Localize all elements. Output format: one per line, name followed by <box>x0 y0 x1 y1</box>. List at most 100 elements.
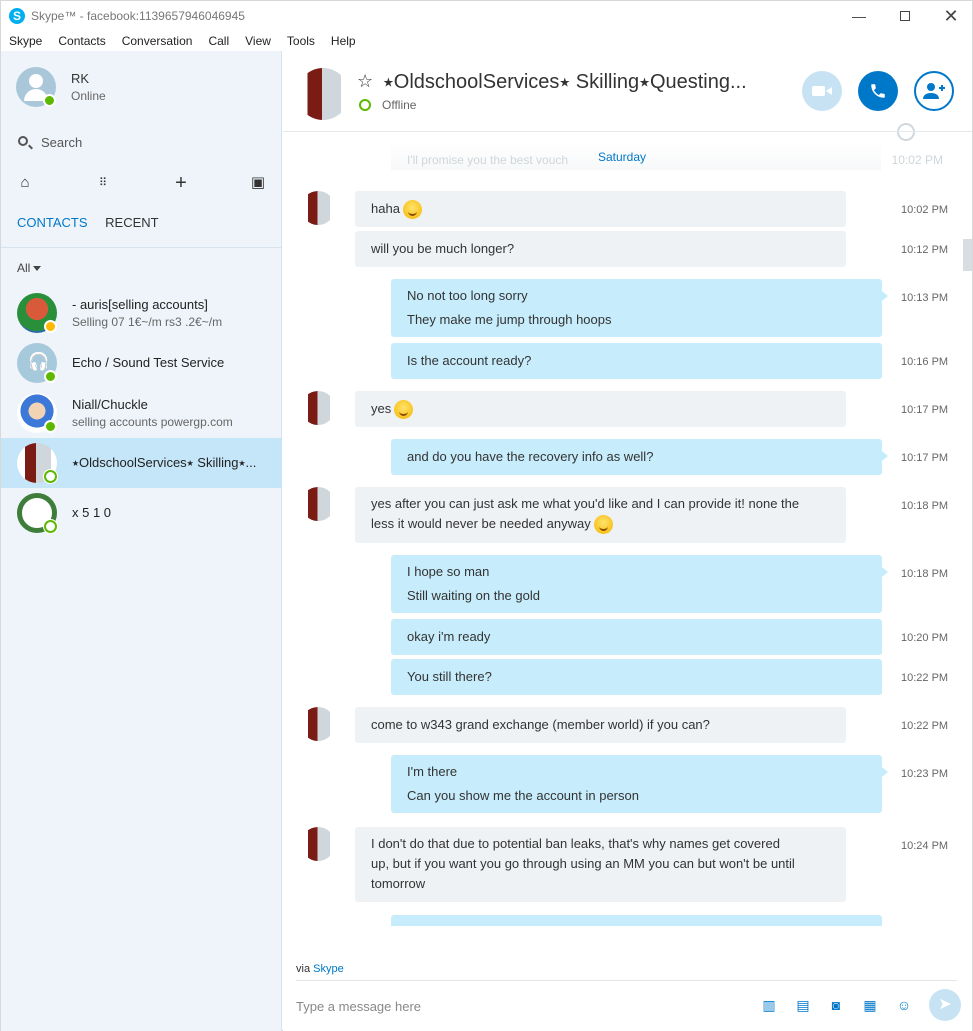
contact-item[interactable]: - auris[selling accounts] Selling 07 1€~… <box>1 288 282 338</box>
incoming-message[interactable]: I don't do that due to potential ban lea… <box>355 827 846 902</box>
menu-tools[interactable]: Tools <box>279 31 323 51</box>
message-text: yes after you can just ask me what you'd… <box>371 496 800 511</box>
menu-bar: Skype Contacts Conversation Call View To… <box>1 31 972 51</box>
message-text: come to w343 grand exchange (member worl… <box>371 717 710 732</box>
message-time: 10:22 PM <box>901 672 949 684</box>
video-icon <box>812 86 832 96</box>
outgoing-message[interactable]: I'm there Can you show me the account in… <box>391 755 888 813</box>
bot-icon[interactable]: ▣ <box>248 173 268 193</box>
favorite-star-icon[interactable]: ☆ <box>357 71 373 92</box>
incoming-message[interactable]: will you be much longer? <box>355 231 846 267</box>
media-icon[interactable]: ▥ <box>759 995 779 1015</box>
menu-skype[interactable]: Skype <box>1 31 50 51</box>
plus-icon[interactable]: + <box>171 173 191 193</box>
chat-avatar[interactable] <box>297 68 349 120</box>
sender-avatar[interactable] <box>301 391 335 425</box>
sender-avatar[interactable] <box>301 707 335 741</box>
contact-card-icon[interactable]: ▦ <box>860 995 880 1015</box>
away-status-icon <box>44 320 57 333</box>
message-text: tomorrow <box>371 876 426 891</box>
message-text: No not too long sorry <box>407 288 528 303</box>
minimize-button[interactable]: — <box>836 1 882 31</box>
video-call-button[interactable] <box>802 71 842 111</box>
emoji-icon[interactable]: ☺ <box>894 995 914 1015</box>
audio-call-button[interactable] <box>858 71 898 111</box>
maximize-icon <box>900 11 910 21</box>
menu-conversation[interactable]: Conversation <box>114 31 201 51</box>
outgoing-message[interactable]: and do you have the recovery info as wel… <box>391 439 888 475</box>
message-time: 10:23 PM <box>901 768 949 780</box>
my-status[interactable]: Online <box>71 89 106 103</box>
sender-avatar[interactable] <box>301 191 335 225</box>
chat-title[interactable]: ⭑OldschoolServices⭑ Skilling⭑Questing... <box>383 71 747 94</box>
sender-avatar[interactable] <box>301 827 335 861</box>
home-icon[interactable]: ⌂ <box>15 173 35 193</box>
online-status-icon <box>44 370 57 383</box>
message-text: Is the account ready? <box>407 353 532 368</box>
menu-contacts[interactable]: Contacts <box>50 31 113 51</box>
message-text: I'm there <box>407 764 458 779</box>
message-time: 10:18 PM <box>901 568 949 580</box>
message-list[interactable]: I'll promise you the best vouch 10:02 PM… <box>283 133 972 926</box>
message-text: I don't do that due to potential ban lea… <box>371 836 780 851</box>
menu-call[interactable]: Call <box>200 31 237 51</box>
menu-help[interactable]: Help <box>323 31 364 51</box>
online-status-icon <box>44 420 57 433</box>
outgoing-message[interactable]: You still there? <box>391 659 882 695</box>
emoji-icon <box>402 200 422 220</box>
emoji-icon <box>593 515 613 535</box>
contact-item-selected[interactable]: ⭑OldschoolServices⭑ Skilling⭑... <box>1 438 282 488</box>
maximize-button[interactable] <box>882 1 928 31</box>
via-skype-link[interactable]: Skype <box>313 963 344 975</box>
file-icon[interactable]: ▤ <box>793 995 813 1015</box>
message-time: 10:12 PM <box>901 244 949 256</box>
offline-status-icon <box>44 520 57 533</box>
sender-avatar[interactable] <box>301 487 335 521</box>
message-input[interactable]: Type a message here <box>296 999 421 1014</box>
incoming-message[interactable]: yes <box>355 391 846 427</box>
contact-name: Echo / Sound Test Service <box>72 355 225 370</box>
contact-item[interactable]: Niall/Chuckle selling accounts powergp.c… <box>1 388 282 438</box>
outgoing-message[interactable]: No not too long sorry They make me jump … <box>391 279 888 337</box>
outgoing-message-partial[interactable] <box>391 915 882 926</box>
contact-item[interactable]: Echo / Sound Test Service <box>1 338 282 388</box>
my-avatar[interactable] <box>16 67 56 107</box>
contact-mood: Selling 07 1€~/m rs3 .2€~/m <box>72 315 223 329</box>
outgoing-message[interactable]: Is the account ready? <box>391 343 882 379</box>
add-participant-button[interactable] <box>914 71 954 111</box>
incoming-message[interactable]: haha <box>355 191 846 227</box>
scrollbar-thumb[interactable] <box>963 239 972 271</box>
contacts-filter[interactable]: All <box>17 261 42 275</box>
my-name[interactable]: RK <box>71 71 89 86</box>
send-button[interactable]: ➤ <box>929 989 961 1021</box>
header-divider <box>283 131 972 132</box>
filter-label: All <box>17 261 31 275</box>
menu-view[interactable]: View <box>237 31 279 51</box>
tab-recent[interactable]: RECENT <box>105 215 158 230</box>
incoming-message[interactable]: yes after you can just ask me what you'd… <box>355 487 846 543</box>
online-status-icon <box>43 94 56 107</box>
sidebar-toolbar: ⌂ ⠿ + ▣ <box>1 173 282 193</box>
search-box[interactable]: Search <box>16 133 266 153</box>
message-text: You still there? <box>407 669 492 684</box>
message-text: yes <box>371 401 392 416</box>
avatar <box>17 393 57 433</box>
tab-contacts[interactable]: CONTACTS <box>17 215 88 230</box>
contact-mood: selling accounts powergp.com <box>72 415 233 429</box>
incoming-message[interactable]: come to w343 grand exchange (member worl… <box>355 707 846 743</box>
search-label: Search <box>41 135 83 150</box>
outgoing-message[interactable]: I hope so man Still waiting on the gold <box>391 555 888 613</box>
message-time: 10:17 PM <box>901 452 949 464</box>
avatar <box>17 493 57 533</box>
contact-name: ⭑OldschoolServices⭑ Skilling⭑... <box>72 455 257 470</box>
phone-icon <box>871 84 885 98</box>
contact-item[interactable]: x 5 1 0 <box>1 488 282 538</box>
sidebar: RK Online Search ⌂ ⠿ + ▣ CONTACTS RECENT… <box>1 51 282 1031</box>
close-button[interactable]: ✕ <box>928 1 973 31</box>
message-text: Can you show me the account in person <box>407 788 639 803</box>
message-text: I hope so man <box>407 564 490 579</box>
dialpad-icon[interactable]: ⠿ <box>93 173 113 193</box>
chat-bubble-icon[interactable]: ◙ <box>826 995 846 1015</box>
contact-name: Niall/Chuckle <box>72 397 148 412</box>
outgoing-message[interactable]: okay i'm ready <box>391 619 882 655</box>
